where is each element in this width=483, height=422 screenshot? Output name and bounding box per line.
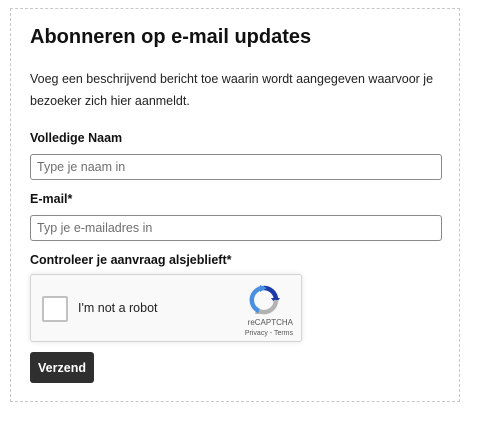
submit-button[interactable]: Verzend <box>30 352 94 383</box>
recaptcha-logo-icon <box>249 285 280 315</box>
subscribe-form: Abonneren op e-mail updates Voeg een bes… <box>10 8 460 402</box>
email-label: E-mail* <box>30 192 73 206</box>
privacy-link[interactable]: Privacy <box>245 330 268 337</box>
recaptcha-widget: I'm not a robot reCAPTCHA Privacy - Term… <box>30 274 302 342</box>
recaptcha-links: Privacy - Terms <box>245 330 293 337</box>
terms-link[interactable]: Terms <box>274 330 293 337</box>
form-description: Voeg een beschrijvend bericht toe waarin… <box>30 72 434 108</box>
full-name-input[interactable] <box>30 154 442 180</box>
captcha-label: Controleer je aanvraag alsjeblieft* <box>30 253 232 267</box>
recaptcha-brand: reCAPTCHA <box>247 318 293 327</box>
email-input[interactable] <box>30 215 442 241</box>
full-name-label: Volledige Naam <box>30 131 123 145</box>
form-title: Abonneren op e-mail updates <box>30 26 312 48</box>
recaptcha-checkbox-label: I'm not a robot <box>78 301 158 315</box>
recaptcha-checkbox[interactable] <box>42 296 68 322</box>
